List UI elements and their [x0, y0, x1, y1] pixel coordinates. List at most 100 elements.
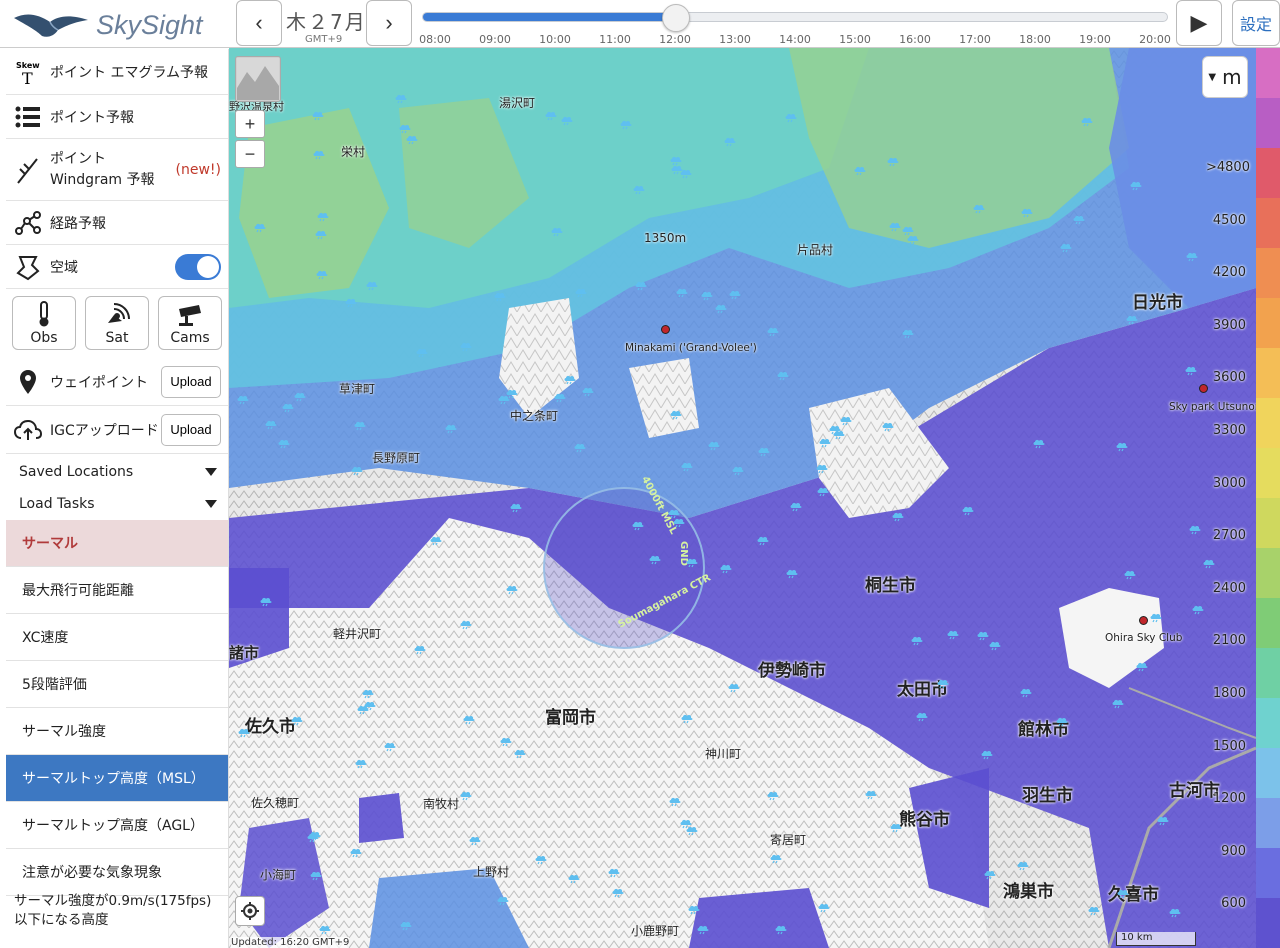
waypoint-row: ウェイポイント Upload	[6, 358, 228, 406]
layer-item[interactable]: XC速度	[6, 614, 228, 661]
place-label: 久喜市	[1108, 885, 1159, 905]
legend-label: 3900	[1212, 317, 1246, 333]
takeoff-marker-icon[interactable]	[661, 325, 670, 334]
caret-down-icon	[205, 500, 217, 508]
svg-text:T: T	[22, 69, 33, 85]
pin-icon	[6, 369, 50, 395]
time-tick-label[interactable]: 19:00	[1075, 33, 1115, 46]
place-label: 長野原町	[372, 451, 421, 465]
skewt-icon: Skew T	[6, 59, 50, 85]
takeoff-marker-icon[interactable]	[1139, 616, 1148, 625]
play-button[interactable]: ▶	[1176, 0, 1222, 46]
layer-item[interactable]: サーマルトップ高度（AGL）	[6, 802, 228, 849]
time-tick-label[interactable]: 10:00	[535, 33, 575, 46]
tool-point-windgram[interactable]: ポイント Windgram 予報 (new!)	[6, 139, 228, 201]
time-tick-label[interactable]: 16:00	[895, 33, 935, 46]
tile-label: Sat	[105, 330, 129, 346]
scale-bar: 10 km	[1116, 932, 1196, 946]
legend-label: 1200	[1212, 791, 1246, 807]
zoom-in-button[interactable]: +	[235, 110, 265, 138]
unit-selector[interactable]: ▼ m	[1202, 56, 1248, 98]
legend-swatch	[1256, 648, 1280, 698]
brand-name: SkySight	[96, 10, 203, 40]
legend-swatch	[1256, 898, 1280, 948]
time-tick-label[interactable]: 13:00	[715, 33, 755, 46]
tool-airspace: 空域	[6, 245, 228, 289]
waypoint-label: ウェイポイント	[50, 374, 148, 391]
time-tick-label[interactable]: 11:00	[595, 33, 635, 46]
legend-swatch	[1256, 248, 1280, 298]
place-label: 佐久穂町	[251, 796, 300, 810]
place-label: 草津町	[339, 382, 376, 396]
layer-item[interactable]: サーマル強度	[6, 708, 228, 755]
tool-point-emagram[interactable]: Skew T ポイント エマグラム予報	[6, 49, 228, 95]
time-tick-label[interactable]: 14:00	[775, 33, 815, 46]
place-label: 中之条町	[510, 409, 559, 423]
previous-day-button[interactable]: ‹	[236, 0, 282, 46]
legend-label: 3300	[1212, 423, 1246, 438]
obs-tile[interactable]: Obs	[12, 296, 76, 350]
layer-item[interactable]: サーマルトップ高度（MSL）	[6, 755, 228, 802]
next-day-button[interactable]: ›	[366, 0, 412, 46]
tool-route-forecast[interactable]: 経路予報	[6, 201, 228, 245]
time-tick-label[interactable]: 17:00	[955, 33, 995, 46]
eagle-logo-icon	[14, 14, 88, 37]
load-tasks-dropdown[interactable]: Load Tasks	[6, 489, 228, 519]
tool-label: 空域	[50, 259, 78, 276]
camera-icon	[159, 297, 221, 327]
brand[interactable]: SkySight	[10, 4, 230, 44]
layer-item[interactable]: 5段階評価	[6, 661, 228, 708]
waypoint-upload-button[interactable]: Upload	[161, 365, 221, 398]
settings-button[interactable]: 設定	[1232, 0, 1280, 46]
igc-label: IGCアップロード	[50, 422, 159, 439]
legend-swatch	[1256, 198, 1280, 248]
place-label: 太田市	[897, 680, 948, 700]
airspace-toggle[interactable]	[175, 253, 221, 280]
legend-swatch	[1256, 548, 1280, 598]
caret-down-icon: ▼	[1208, 71, 1217, 83]
timezone-label: GMT+9	[305, 34, 343, 45]
sat-tile[interactable]: Sat	[85, 296, 149, 350]
legend-swatch	[1256, 98, 1280, 148]
saved-locations-dropdown[interactable]: Saved Locations	[6, 457, 228, 487]
time-tick-label[interactable]: 20:00	[1135, 33, 1175, 46]
layer-description: サーマル強度が0.9m/s(175fps)以下になる高度	[14, 893, 212, 928]
thermometer-icon	[13, 297, 75, 327]
layer-thumbnail-button[interactable]	[235, 56, 281, 102]
time-slider[interactable]	[422, 4, 1168, 32]
place-label: Ohira Sky Club	[1105, 632, 1183, 644]
layer-category-thermal[interactable]: サーマル	[6, 520, 228, 567]
time-slider-thumb[interactable]	[662, 4, 690, 32]
igc-upload-button[interactable]: Upload	[161, 413, 221, 446]
legend-swatch	[1256, 398, 1280, 448]
legend-label: 2400	[1212, 580, 1246, 596]
place-label: 栄村	[341, 145, 366, 159]
tool-label: ポイント Windgram 予報	[50, 150, 155, 188]
forecast-map[interactable]: 湯沢町 野沢温泉村 栄村 片品村 日光市 Minakami ('Grand-Vo…	[229, 48, 1256, 948]
layer-item[interactable]: 最大飛行可能距離	[6, 567, 228, 614]
tile-label: Obs	[30, 330, 58, 346]
time-tick-label[interactable]: 15:00	[835, 33, 875, 46]
tool-label: 経路予報	[50, 215, 106, 232]
place-label: 羽生市	[1022, 786, 1073, 806]
zoom-out-button[interactable]: −	[235, 140, 265, 168]
legend-swatch	[1256, 348, 1280, 398]
legend-label: 1500	[1212, 738, 1246, 754]
time-tick-label[interactable]: 09:00	[475, 33, 515, 46]
dropdown-label: Saved Locations	[19, 464, 134, 480]
updated-label: Updated: 16:20 GMT+9	[231, 937, 350, 948]
time-tick-label[interactable]: 18:00	[1015, 33, 1055, 46]
place-label: Minakami ('Grand-Volee')	[625, 342, 757, 354]
terrain-thumbnail-icon	[237, 58, 279, 100]
legend-label: 4200	[1212, 265, 1246, 281]
time-tick-label[interactable]: 12:00	[655, 33, 695, 46]
dropdown-label: Load Tasks	[19, 496, 95, 512]
layer-item[interactable]: 注意が必要な気象現象	[6, 849, 228, 896]
tool-point-forecast[interactable]: ポイント予報	[6, 95, 228, 139]
place-label: 諸市	[229, 644, 260, 662]
time-tick-label[interactable]: 08:00	[415, 33, 455, 46]
cams-tile[interactable]: Cams	[158, 296, 222, 350]
unit-label: m	[1222, 65, 1242, 89]
locate-button[interactable]	[235, 896, 265, 926]
legend-swatch	[1256, 748, 1280, 798]
